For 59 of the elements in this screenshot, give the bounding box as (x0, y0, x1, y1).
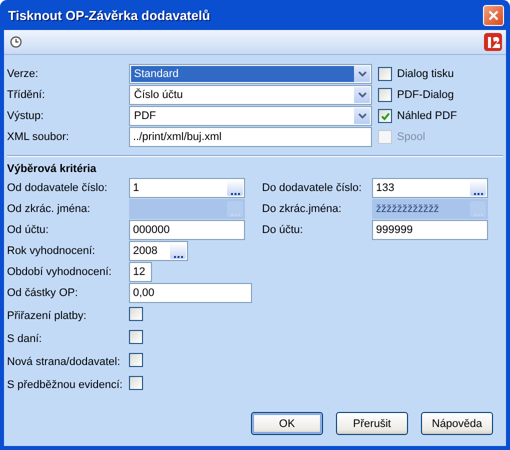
field-label: Od zkrác. jména: (7, 202, 92, 217)
dialog-button[interactable]: Přerušit (336, 412, 408, 435)
checkbox-label: S předběžnou evidencí: (7, 378, 124, 390)
field-label: Třídění: (7, 88, 46, 103)
field-label: Rok vyhodnocení: (7, 244, 96, 259)
dropdown-value: Číslo účtu (133, 87, 184, 103)
input-field[interactable]: ../print/xml/buj.xml (129, 127, 372, 147)
checkbox[interactable] (129, 376, 143, 390)
checkbox[interactable] (129, 353, 143, 367)
input-field[interactable]: 000000 (129, 220, 245, 240)
field-label: Výstup: (7, 109, 45, 124)
browse-button[interactable] (170, 243, 186, 259)
checkbox-label: S daní: (7, 332, 43, 344)
ellipsis-icon (230, 192, 240, 196)
chevron-down-icon (358, 113, 366, 119)
field-label: Období vyhodnocení: (7, 265, 113, 280)
checkbox-label[interactable]: Dialog tisku (397, 68, 454, 80)
ellipsis-icon (474, 192, 482, 196)
dropdown-value: Standard (131, 66, 354, 82)
checkbox[interactable] (378, 67, 392, 81)
checkbox-label[interactable]: PDF-Dialog (397, 89, 454, 101)
browse-button[interactable] (470, 180, 486, 196)
input-field[interactable]: 12 (129, 262, 152, 282)
input-field[interactable]: 2008 (129, 241, 188, 261)
field-label: XML soubor: (7, 130, 70, 145)
dialog-button[interactable]: OK (251, 412, 323, 435)
field-label: Do zkrác.jména: (262, 202, 342, 217)
checkbox-label[interactable]: Náhled PDF (397, 110, 457, 122)
input-field[interactable]: 0,00 (129, 283, 252, 303)
checkbox-label: Přiřazení platby: (7, 310, 88, 322)
field-label: Od účtu: (7, 223, 50, 238)
field-label: Do účtu: (262, 223, 304, 238)
field-label: Od částky OP: (7, 286, 79, 301)
dialog-button[interactable]: Nápověda (421, 412, 493, 435)
input-field[interactable]: 133 (372, 178, 488, 198)
close-icon (488, 10, 499, 20)
chevron-down-icon (358, 71, 366, 77)
checkbox[interactable] (129, 307, 143, 321)
input-field[interactable]: 1 (129, 178, 245, 198)
section-heading: Výběrová kritéria (6, 163, 98, 175)
field-label: Od dodavatele číslo: (7, 181, 108, 196)
logo-icon (483, 32, 503, 52)
chevron-down-icon (358, 92, 366, 98)
dropdown-value: PDF (133, 109, 157, 124)
checkmark-icon (380, 112, 390, 120)
checkbox-label: Nová strana/dodavatel: (7, 356, 122, 368)
checkbox[interactable] (129, 330, 143, 344)
checkbox[interactable] (378, 109, 392, 123)
field-label: Verze: (7, 67, 40, 82)
window-title: Tisknout OP-Závěrka dodavatelů (8, 8, 210, 22)
dropdown[interactable]: PDF (129, 106, 372, 126)
field-label: Do dodavatele číslo: (262, 181, 363, 196)
input-field[interactable]: 999999 (372, 220, 488, 240)
dropdown[interactable]: Standard (129, 64, 372, 84)
browse-button[interactable] (227, 180, 243, 196)
dropdown[interactable]: Číslo účtu (129, 85, 372, 105)
ellipsis-icon (174, 255, 182, 259)
close-button[interactable] (483, 4, 504, 26)
checkbox[interactable] (378, 88, 392, 102)
